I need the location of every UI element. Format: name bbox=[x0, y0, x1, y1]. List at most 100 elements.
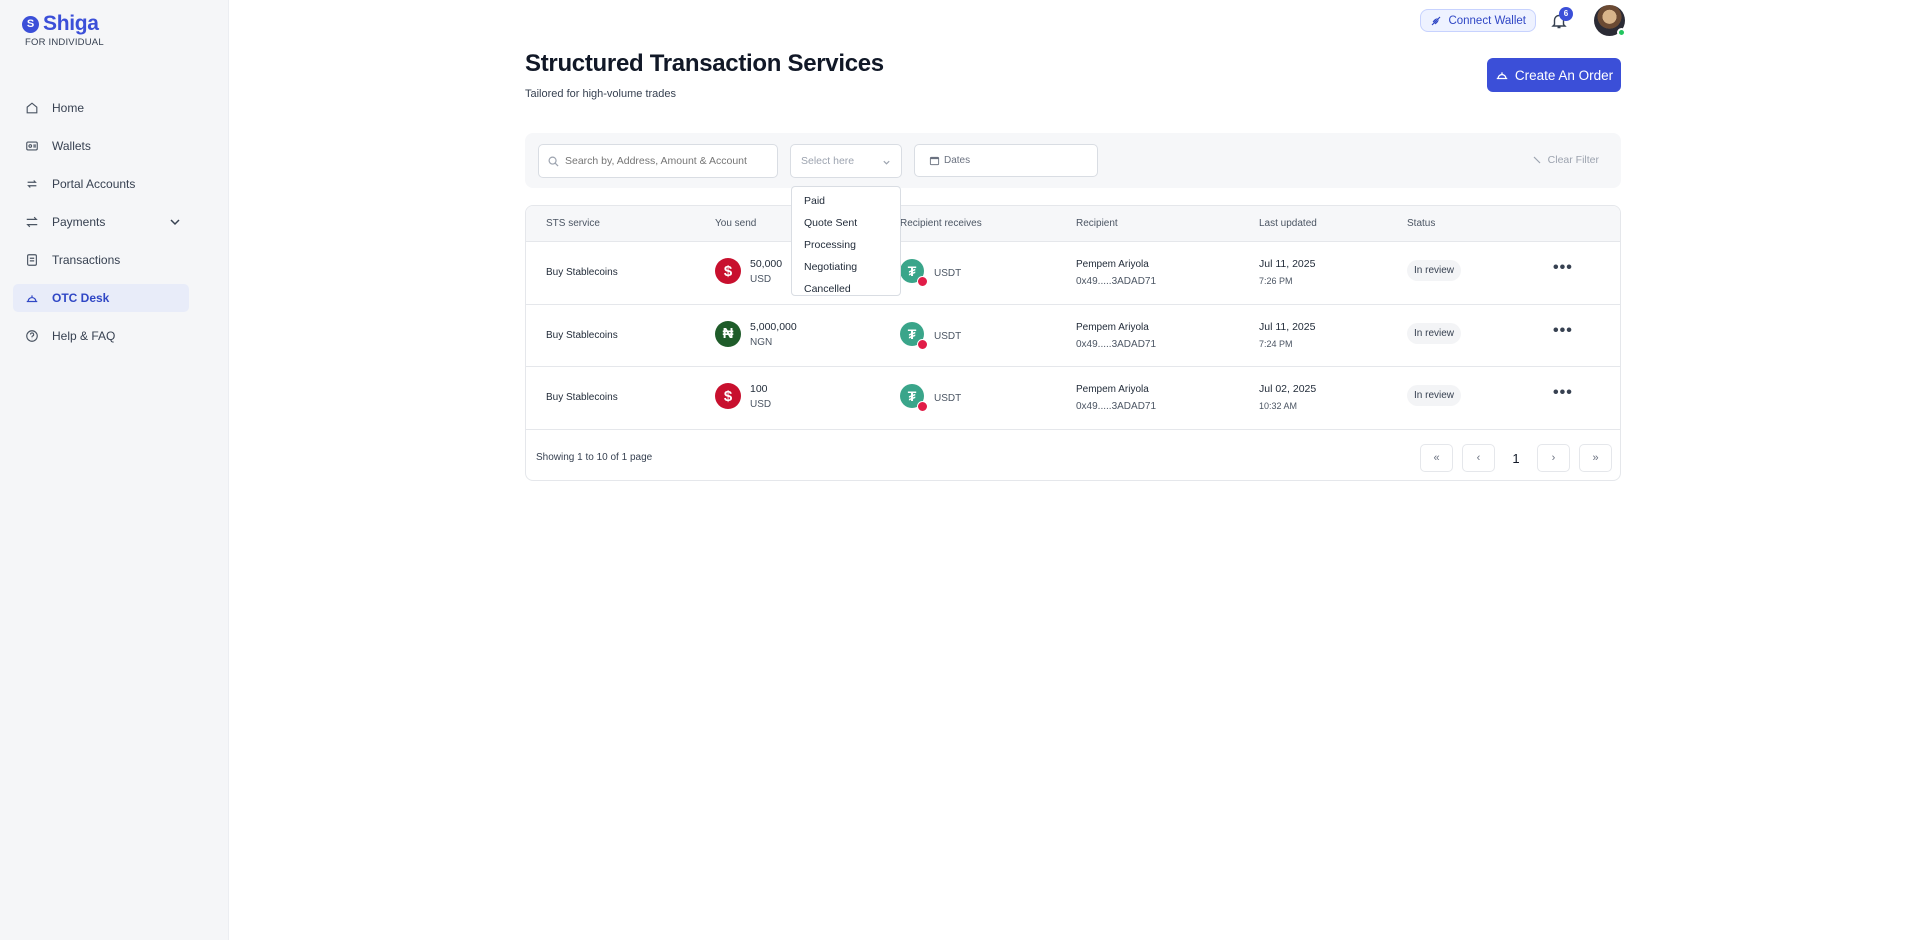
table-row[interactable]: Buy Stablecoins ₦ 5,000,000 NGN ₮ USDT P… bbox=[526, 305, 1620, 367]
status-dropdown-menu: Paid Quote Sent Processing Negotiating C… bbox=[791, 186, 901, 296]
calendar-icon bbox=[929, 156, 940, 166]
top-bar: Connect Wallet 6 bbox=[1420, 5, 1626, 37]
create-order-button[interactable]: Create An Order bbox=[1487, 58, 1621, 92]
first-page-button[interactable]: « bbox=[1420, 444, 1453, 472]
pagination-summary: Showing 1 to 10 of 1 page bbox=[536, 452, 653, 463]
more-actions-icon[interactable]: ••• bbox=[1553, 385, 1573, 401]
connect-wallet-button[interactable]: Connect Wallet bbox=[1420, 9, 1536, 32]
sidebar: S Shiga FOR INDIVIDUAL Home Wallets Port… bbox=[0, 0, 229, 940]
dropdown-option-negotiating[interactable]: Negotiating bbox=[792, 256, 900, 278]
more-actions-icon[interactable]: ••• bbox=[1553, 260, 1573, 276]
payments-icon bbox=[25, 215, 39, 229]
status-badge: In review bbox=[1407, 260, 1462, 281]
recipient-address: 0x49.....3ADAD71 bbox=[1076, 338, 1157, 350]
sidebar-item-label: OTC Desk bbox=[52, 291, 110, 305]
last-updated-date: Jul 11, 2025 bbox=[1259, 320, 1316, 333]
table-row[interactable]: Buy Stablecoins $ 100 USD ₮ USDT Pempem … bbox=[526, 367, 1620, 430]
plug-icon bbox=[1432, 16, 1441, 25]
sidebar-item-home[interactable]: Home bbox=[13, 94, 189, 122]
brand-name: Shiga bbox=[43, 12, 99, 35]
portal-icon bbox=[25, 177, 39, 191]
otc-icon bbox=[25, 291, 39, 305]
sidebar-item-portal-accounts[interactable]: Portal Accounts bbox=[13, 170, 189, 198]
column-header-recipient-receives: Recipient receives bbox=[900, 218, 982, 229]
search-input[interactable] bbox=[565, 155, 765, 167]
network-badge-icon bbox=[917, 338, 928, 350]
dates-label: Dates bbox=[944, 155, 971, 166]
logo[interactable]: S Shiga FOR INDIVIDUAL bbox=[22, 12, 104, 48]
brand-subtitle: FOR INDIVIDUAL bbox=[25, 37, 104, 48]
status-badge: In review bbox=[1407, 322, 1462, 344]
last-updated-date: Jul 11, 2025 bbox=[1259, 258, 1316, 270]
send-currency: USD bbox=[750, 274, 772, 285]
sidebar-item-wallets[interactable]: Wallets bbox=[13, 132, 189, 160]
user-avatar[interactable] bbox=[1594, 5, 1626, 37]
sidebar-item-payments[interactable]: Payments bbox=[13, 208, 189, 236]
column-header-status: Status bbox=[1407, 218, 1436, 229]
send-amount: 100 bbox=[750, 383, 768, 395]
notifications-button[interactable]: 6 bbox=[1550, 6, 1573, 30]
dates-picker[interactable]: Dates bbox=[914, 144, 1098, 177]
dropdown-option-cancelled[interactable]: Cancelled bbox=[792, 278, 900, 300]
dropdown-option-quote-sent[interactable]: Quote Sent bbox=[792, 212, 900, 234]
dropdown-option-processing[interactable]: Processing bbox=[792, 234, 900, 256]
filter-bar: Select here Dates Clear Filter bbox=[525, 133, 1621, 188]
page-subtitle: Tailored for high-volume trades bbox=[525, 88, 677, 100]
sidebar-nav: Home Wallets Portal Accounts Payments Tr… bbox=[13, 94, 189, 360]
recipient-address: 0x49.....3ADAD71 bbox=[1076, 276, 1157, 287]
send-amount: 5,000,000 bbox=[750, 320, 797, 333]
clear-filter-icon bbox=[1533, 156, 1541, 164]
column-header-last-updated: Last updated bbox=[1259, 218, 1317, 229]
clear-filter-label: Clear Filter bbox=[1547, 154, 1599, 166]
chevron-down-icon bbox=[883, 160, 890, 165]
last-page-button[interactable]: » bbox=[1579, 444, 1612, 472]
column-header-you-send: You send bbox=[715, 218, 757, 229]
next-page-button[interactable]: › bbox=[1537, 444, 1570, 472]
sidebar-item-otc-desk[interactable]: OTC Desk bbox=[13, 284, 189, 312]
recipient-name: Pempem Ariyola bbox=[1076, 259, 1149, 270]
search-icon bbox=[548, 156, 559, 167]
sidebar-item-label: Help & FAQ bbox=[52, 329, 116, 343]
status-select-placeholder: Select here bbox=[801, 155, 855, 167]
recipient-name: Pempem Ariyola bbox=[1076, 384, 1149, 395]
receive-currency: USDT bbox=[934, 330, 962, 342]
send-amount: 50,000 bbox=[750, 258, 783, 270]
transactions-icon bbox=[25, 253, 39, 267]
table-header: STS service You send Recipient receives … bbox=[526, 206, 1620, 242]
wallet-icon bbox=[25, 139, 39, 153]
status-select[interactable]: Select here bbox=[790, 144, 902, 178]
network-badge-icon bbox=[917, 276, 928, 287]
current-page[interactable]: 1 bbox=[1504, 444, 1528, 472]
send-currency: NGN bbox=[750, 336, 773, 348]
last-updated-date: Jul 02, 2025 bbox=[1259, 383, 1317, 395]
dropdown-option-paid[interactable]: Paid bbox=[792, 190, 900, 212]
sidebar-item-label: Home bbox=[52, 101, 85, 115]
send-currency: USD bbox=[750, 399, 772, 410]
status-badge: In review bbox=[1407, 385, 1462, 406]
table-row[interactable]: Buy Stablecoins $ 50,000 USD ₮ USDT Pemp… bbox=[526, 242, 1620, 305]
pagination: « ‹ 1 › » bbox=[1420, 444, 1612, 472]
recipient-address: 0x49.....3ADAD71 bbox=[1076, 401, 1157, 412]
column-header-sts-service: STS service bbox=[546, 218, 600, 229]
connect-wallet-label: Connect Wallet bbox=[1448, 14, 1526, 27]
usd-currency-icon: $ bbox=[715, 383, 741, 409]
sidebar-item-help-faq[interactable]: Help & FAQ bbox=[13, 322, 189, 350]
sidebar-item-label: Transactions bbox=[52, 253, 121, 267]
prev-page-button[interactable]: ‹ bbox=[1462, 444, 1495, 472]
create-order-label: Create An Order bbox=[1514, 67, 1614, 83]
more-actions-icon[interactable]: ••• bbox=[1553, 322, 1573, 338]
network-badge-icon bbox=[917, 401, 928, 412]
search-field[interactable] bbox=[538, 144, 778, 178]
otc-icon bbox=[1496, 72, 1508, 80]
sidebar-item-label: Portal Accounts bbox=[52, 177, 136, 191]
ngn-currency-icon: ₦ bbox=[715, 320, 741, 347]
receive-currency: USDT bbox=[934, 393, 962, 404]
sts-service: Buy Stablecoins bbox=[546, 329, 618, 341]
online-status-dot bbox=[1617, 28, 1626, 37]
column-header-recipient: Recipient bbox=[1076, 218, 1118, 229]
chevron-down-icon[interactable] bbox=[169, 216, 181, 228]
sidebar-item-transactions[interactable]: Transactions bbox=[13, 246, 189, 274]
shiga-logo-icon: S bbox=[22, 15, 39, 33]
last-updated-time: 7:26 PM bbox=[1259, 276, 1293, 286]
clear-filter-button[interactable]: Clear Filter bbox=[1532, 154, 1599, 166]
